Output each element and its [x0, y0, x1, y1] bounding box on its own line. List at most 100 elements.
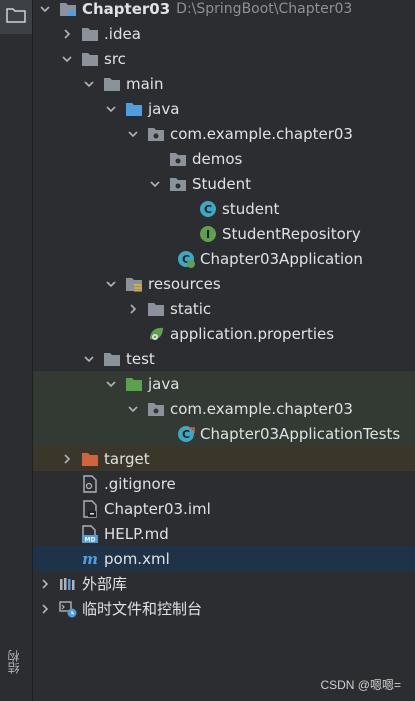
tree-row-main[interactable]: main [33, 71, 415, 96]
chevron-down-icon[interactable] [127, 403, 139, 415]
chevron-down-icon[interactable] [127, 128, 139, 140]
folder-icon [103, 350, 121, 368]
tree-row-demos[interactable]: demos [33, 146, 415, 171]
tree-row-tests-class[interactable]: C Chapter03ApplicationTests [33, 421, 415, 446]
idea-label: idea [108, 24, 141, 43]
main-package-label: com.example.chapter03 [170, 124, 353, 143]
test-source-folder-icon [125, 375, 143, 393]
tree-row-test[interactable]: test [33, 346, 415, 371]
excluded-folder-icon [81, 450, 99, 468]
chevron-right-icon[interactable] [61, 453, 73, 465]
chevron-right-icon[interactable] [39, 603, 51, 615]
project-tree: Chapter03 D:\SpringBoot\Chapter03 . idea … [33, 0, 415, 701]
spring-properties-icon [147, 325, 165, 343]
resources-label: resources [148, 274, 221, 293]
folder-icon [81, 50, 99, 68]
test-label: test [126, 349, 155, 368]
scratches-label: 临时文件和控制台 [82, 600, 203, 618]
package-icon [169, 175, 187, 193]
iml-file-icon [81, 499, 99, 518]
package-icon [147, 125, 165, 143]
scratches-icon [59, 600, 77, 618]
svg-text:C: C [204, 203, 212, 216]
gitignore-label: .gitignore [104, 474, 176, 493]
target-label: target [104, 449, 150, 468]
chevron-right-icon[interactable] [127, 303, 139, 315]
src-label: src [104, 49, 126, 68]
chevron-down-icon[interactable] [105, 103, 117, 115]
demos-label: demos [192, 149, 243, 168]
tree-row-student-repo[interactable]: I StudentRepository [33, 221, 415, 246]
tree-row-idea[interactable]: . idea [33, 21, 415, 46]
external-libs-label: 外部库 [82, 575, 128, 593]
test-class-icon: C [177, 425, 195, 443]
student-class-label: student [222, 199, 280, 218]
app-properties-label: application.properties [170, 324, 335, 343]
chevron-down-icon[interactable] [83, 353, 95, 365]
pom-label: pom.xml [104, 549, 170, 568]
tree-row-test-package[interactable]: com.example.chapter03 [33, 396, 415, 421]
chevron-down-icon[interactable] [105, 278, 117, 290]
main-java-label: java [148, 99, 180, 118]
tree-row-src[interactable]: src [33, 46, 415, 71]
interface-icon: I [199, 225, 217, 243]
library-icon [59, 575, 77, 593]
folder-icon [81, 25, 99, 43]
tree-row-main-package[interactable]: com.example.chapter03 [33, 121, 415, 146]
package-icon [147, 400, 165, 418]
watermark: CSDN @嗯嗯= [320, 678, 401, 692]
chevron-right-icon[interactable] [39, 578, 51, 590]
tree-row-help[interactable]: MD HELP.md [33, 521, 415, 546]
structure-tool-button[interactable]: 结构 [5, 650, 22, 674]
app-class-label: Chapter03Application [200, 249, 363, 268]
resources-folder-icon [125, 275, 143, 293]
svg-text:C: C [182, 428, 190, 441]
tree-row-student-class[interactable]: C student [33, 196, 415, 221]
test-java-label: java [148, 374, 180, 393]
static-label: static [170, 299, 212, 318]
help-label: HELP.md [104, 524, 169, 543]
svg-text:MD: MD [85, 536, 96, 543]
student-repo-label: StudentRepository [222, 224, 361, 243]
tree-row-test-java[interactable]: java [33, 371, 415, 396]
student-pkg-label: Student [192, 174, 252, 193]
tree-row-static[interactable]: static [33, 296, 415, 321]
tree-row-app-properties[interactable]: application.properties [33, 321, 415, 346]
tool-window-strip: 结构 [0, 0, 33, 701]
tree-row-resources[interactable]: resources [33, 271, 415, 296]
root-label: Chapter03 [82, 0, 171, 18]
gitignore-file-icon [81, 474, 99, 493]
package-icon [169, 150, 187, 168]
tree-row-main-java[interactable]: java [33, 96, 415, 121]
project-tool-button[interactable] [0, 0, 32, 34]
folder-icon [147, 300, 165, 318]
folder-icon [103, 75, 121, 93]
chevron-down-icon[interactable] [105, 378, 117, 390]
iml-label: Chapter03.iml [104, 499, 211, 518]
spring-boot-class-icon: C [177, 250, 195, 268]
main-label: main [126, 74, 164, 93]
tree-row-app-class[interactable]: C Chapter03Application [33, 246, 415, 271]
tests-class-label: Chapter03ApplicationTests [200, 424, 401, 443]
tree-row-root[interactable]: Chapter03 D:\SpringBoot\Chapter03 [33, 0, 415, 21]
chevron-down-icon[interactable] [61, 53, 73, 65]
tree-row-target[interactable]: target [33, 446, 415, 471]
chevron-down-icon[interactable] [83, 78, 95, 90]
tree-row-scratches[interactable]: 临时文件和控制台 [33, 596, 415, 621]
class-icon: C [199, 200, 217, 218]
chevron-down-icon[interactable] [149, 178, 161, 190]
chevron-down-icon[interactable] [39, 3, 51, 15]
tree-row-gitignore[interactable]: .gitignore [33, 471, 415, 496]
module-folder-icon [59, 0, 77, 18]
tree-row-student-pkg[interactable]: Student [33, 171, 415, 196]
source-folder-icon [125, 100, 143, 118]
svg-text:I: I [206, 228, 210, 241]
maven-icon: m [81, 550, 99, 568]
folder-icon [6, 7, 26, 27]
tree-row-iml[interactable]: Chapter03.iml [33, 496, 415, 521]
chevron-right-icon[interactable] [61, 28, 73, 40]
tree-row-external-libs[interactable]: 外部库 [33, 571, 415, 596]
tree-row-pom[interactable]: m pom.xml [33, 546, 415, 571]
root-path: D:\SpringBoot\Chapter03 [176, 0, 353, 17]
svg-text:m: m [82, 550, 98, 568]
